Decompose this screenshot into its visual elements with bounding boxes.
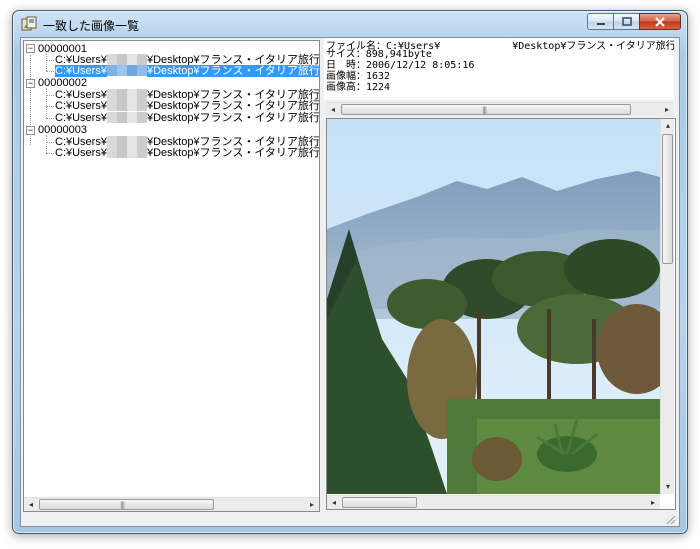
maximize-button[interactable] — [613, 13, 639, 30]
close-button[interactable] — [639, 13, 681, 30]
tree-connector — [46, 135, 47, 153]
tree-connector — [46, 118, 54, 119]
caption-buttons — [587, 13, 681, 31]
redacted-username — [106, 112, 147, 123]
status-bar — [23, 514, 677, 526]
file-path-suffix: ¥Desktop¥フランス・イタリア旅行¥DSC00585 — [146, 112, 320, 124]
client-area: − 00000001 C:¥Users¥ ¥Desktop¥フランス・イタリア旅行… — [20, 37, 680, 527]
info-datetime: 日 時：2006/12/12 8:05:16 — [326, 60, 475, 71]
tree-file-item-selected[interactable]: C:¥Users¥ ¥Desktop¥フランス・イタリア旅行¥ポンペイ¥ — [55, 65, 319, 77]
scrollbar-thumb[interactable]: ||| — [39, 499, 214, 510]
title-bar[interactable]: 一致した画像一覧 — [13, 11, 687, 37]
redacted-username — [106, 89, 147, 100]
file-path-suffix: ¥Desktop¥フランス・イタリア旅行¥ポンペイ¥ — [146, 65, 319, 77]
scrollbar-thumb[interactable]: ||| — [341, 104, 631, 115]
tree-connector — [46, 88, 47, 118]
tree-connector — [46, 71, 54, 72]
app-window: 一致した画像一覧 − 00000001 C:¥Users¥ ¥Desktop¥フ… — [12, 10, 688, 534]
tree-file-item[interactable]: C:¥Users¥ ¥Desktop¥フランス・イタリア旅行¥フランス・ — [55, 147, 320, 159]
scroll-left-icon[interactable]: ◂ — [327, 496, 341, 509]
redacted-username — [106, 100, 147, 111]
file-path-prefix: C:¥Users¥ — [55, 112, 107, 124]
file-path-prefix: C:¥Users¥ — [55, 65, 107, 77]
collapse-toggle[interactable]: − — [26, 79, 35, 88]
group-label: 00000002 — [38, 77, 87, 89]
tree-connector — [46, 95, 54, 96]
tree-file-item[interactable]: C:¥Users¥ ¥Desktop¥フランス・イタリア旅行¥フランス・ — [55, 100, 320, 112]
collapse-toggle[interactable]: − — [26, 44, 35, 53]
file-path-prefix: C:¥Users¥ — [55, 100, 107, 112]
scroll-left-icon[interactable]: ◂ — [24, 498, 38, 511]
scroll-up-icon[interactable]: ▴ — [661, 119, 675, 133]
minimize-button[interactable] — [587, 13, 613, 30]
close-icon — [655, 16, 665, 27]
window-title: 一致した画像一覧 — [43, 19, 140, 33]
tree-connector — [46, 53, 47, 71]
minimize-icon — [596, 22, 605, 25]
result-tree-pane[interactable]: − 00000001 C:¥Users¥ ¥Desktop¥フランス・イタリア旅行… — [23, 40, 320, 512]
redacted-username — [106, 54, 147, 65]
redacted-username — [440, 39, 512, 49]
preview-image — [327, 119, 660, 494]
tree-connector — [46, 142, 54, 143]
result-tree: − 00000001 C:¥Users¥ ¥Desktop¥フランス・イタリア旅行… — [24, 41, 320, 499]
image-horizontal-scrollbar[interactable]: ◂ ▸ — [327, 495, 660, 509]
grip-icon: ||| — [120, 501, 125, 509]
image-preview-pane[interactable]: ▴ ▾ ◂ ▸ — [326, 118, 676, 510]
tree-group-node[interactable]: 00000002 — [38, 77, 87, 89]
tree-connector — [46, 106, 54, 107]
scroll-right-icon[interactable]: ▸ — [660, 103, 674, 117]
redacted-username — [106, 65, 147, 76]
info-filename-path: ¥Desktop¥フランス・イタリア旅行¥ポン — [512, 41, 674, 52]
tree-connector — [46, 60, 54, 61]
maximize-icon — [621, 17, 632, 26]
info-size: サイズ：898,941byte — [326, 49, 432, 60]
tree-connector — [46, 153, 54, 154]
collapse-toggle[interactable]: − — [26, 126, 35, 135]
scroll-right-icon[interactable]: ▸ — [305, 498, 319, 511]
resize-grip-icon[interactable] — [664, 513, 676, 525]
info-height: 画像高：1224 — [326, 82, 391, 93]
info-horizontal-scrollbar[interactable]: ◂ ||| ▸ — [326, 102, 674, 116]
scroll-right-icon[interactable]: ▸ — [646, 496, 660, 509]
redacted-username — [106, 147, 147, 158]
info-width: 画像幅：1632 — [326, 71, 391, 82]
scrollbar-thumb[interactable] — [662, 134, 673, 264]
tree-horizontal-scrollbar[interactable]: ◂ ||| ▸ — [24, 497, 319, 511]
image-info-panel: ファイル名：C:¥Users¥¥Desktop¥フランス・イタリア旅行¥ポン サ… — [324, 38, 674, 100]
matching-images-icon — [21, 16, 37, 32]
grip-icon: ||| — [482, 106, 487, 114]
file-path-prefix: C:¥Users¥ — [55, 147, 107, 159]
scroll-down-icon[interactable]: ▾ — [661, 480, 675, 494]
redacted-username — [106, 136, 147, 147]
group-label: 00000003 — [38, 124, 87, 136]
scrollbar-thumb[interactable] — [342, 497, 417, 508]
tree-file-item[interactable]: C:¥Users¥ ¥Desktop¥フランス・イタリア旅行¥DSC00585 — [55, 112, 320, 124]
file-path-suffix: ¥Desktop¥フランス・イタリア旅行¥フランス・ — [146, 100, 320, 112]
tree-group-node[interactable]: 00000003 — [38, 124, 87, 136]
scroll-left-icon[interactable]: ◂ — [326, 103, 340, 117]
file-path-suffix: ¥Desktop¥フランス・イタリア旅行¥フランス・ — [146, 147, 320, 159]
image-vertical-scrollbar[interactable]: ▴ ▾ — [660, 119, 674, 494]
